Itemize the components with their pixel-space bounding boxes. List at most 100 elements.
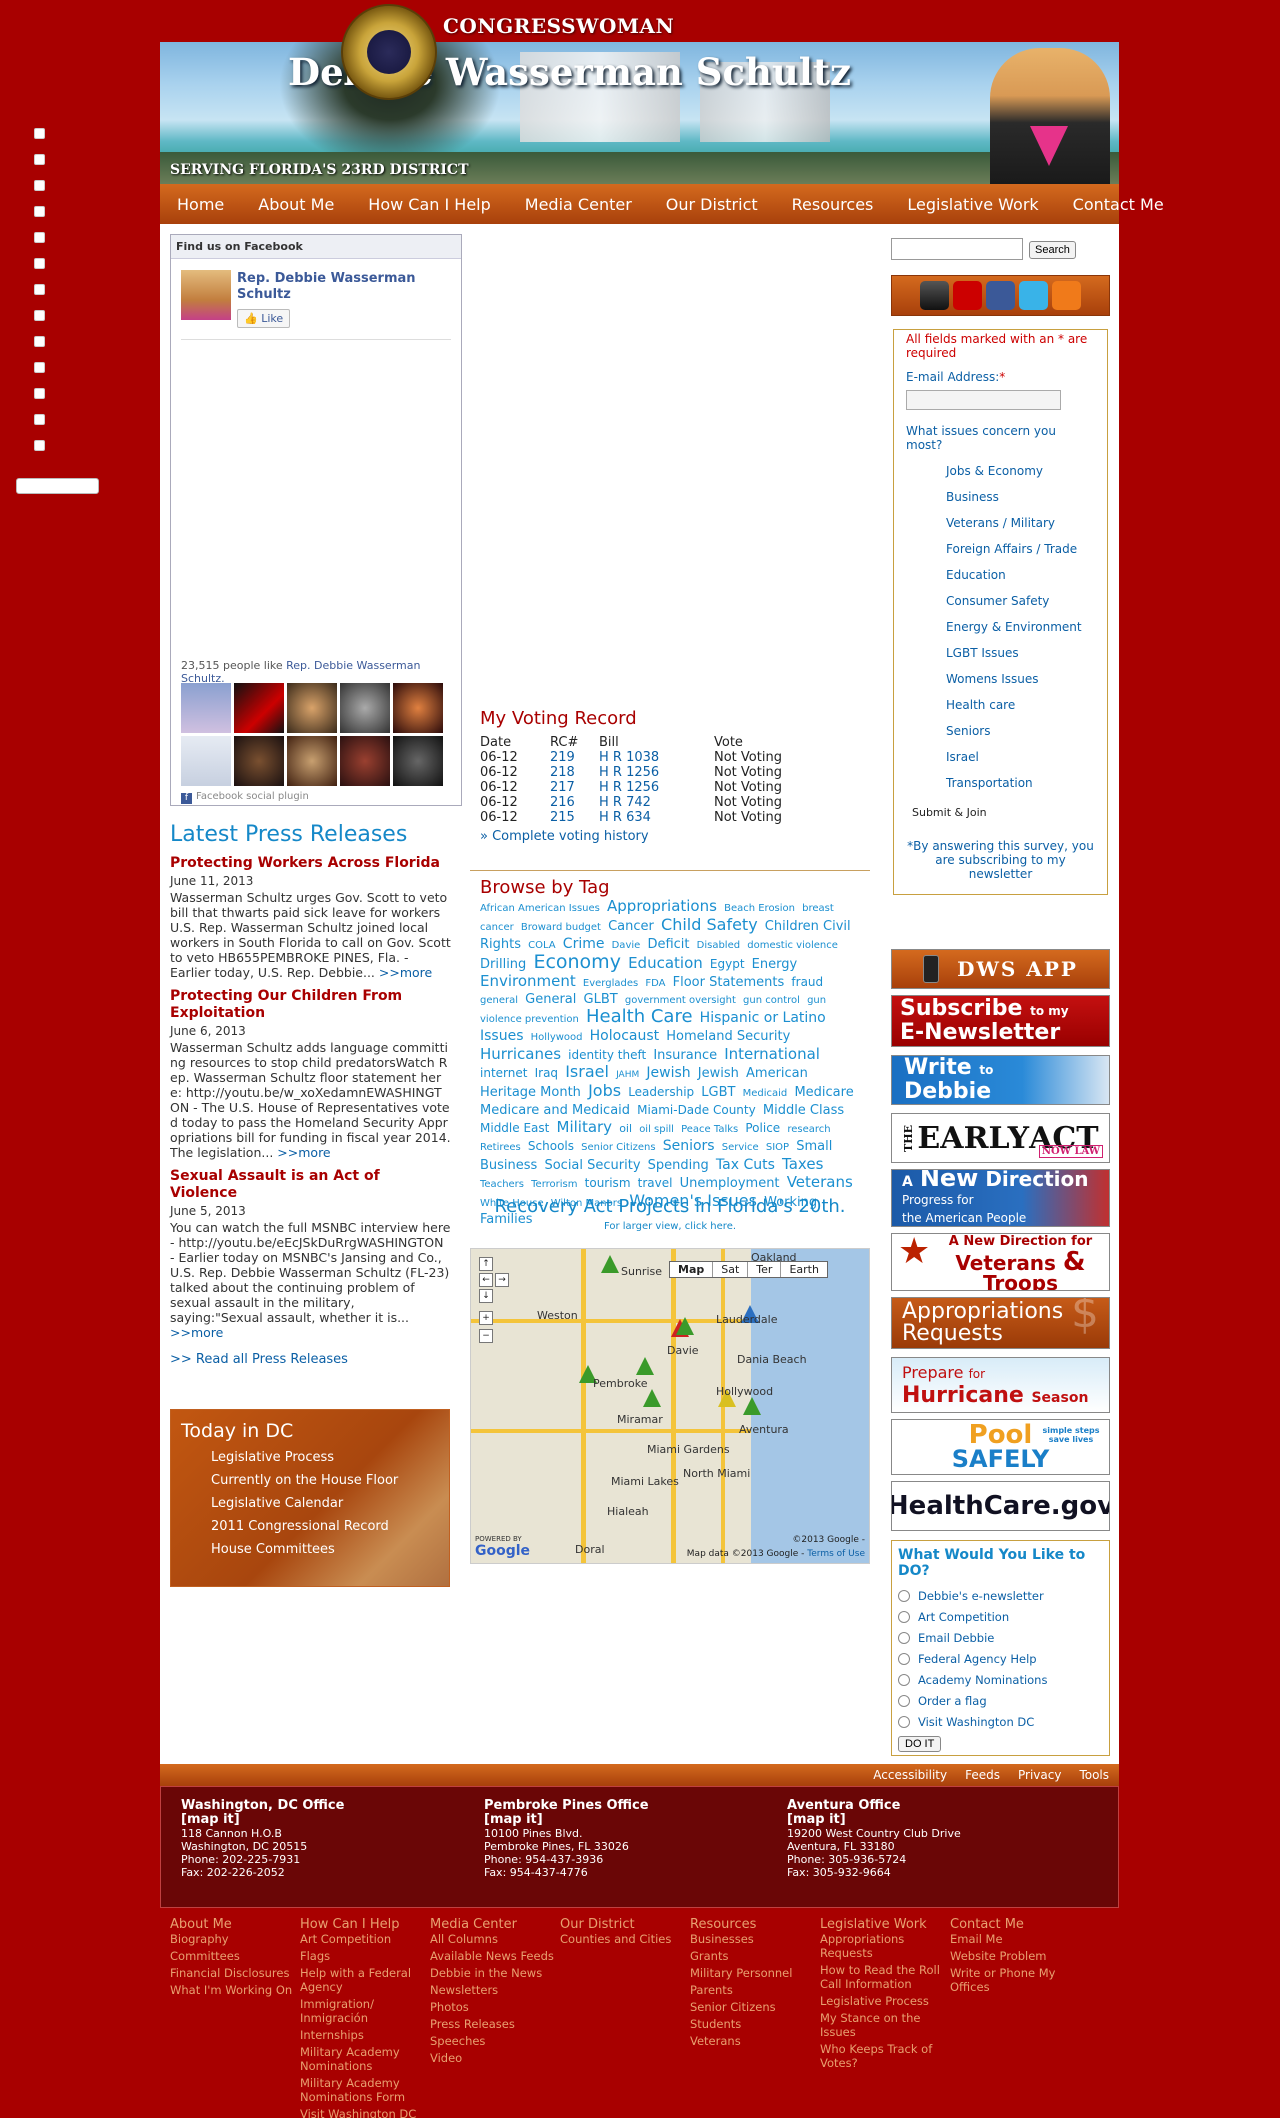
nav-about-me[interactable]: About Me	[258, 195, 334, 214]
stray-checkbox[interactable]	[34, 388, 45, 399]
press-more-link[interactable]: >>more	[170, 1325, 223, 1340]
complete-voting-history-link[interactable]: » Complete voting history	[480, 829, 860, 844]
tag-link[interactable]: Jobs	[588, 1081, 621, 1100]
radio-button[interactable]	[898, 1694, 910, 1707]
tag-link[interactable]: Israel	[565, 1062, 609, 1081]
footer-link[interactable]: Photos	[430, 2000, 560, 2014]
stray-checkbox[interactable]	[34, 414, 45, 425]
tag-link[interactable]: Appropriations	[607, 897, 717, 915]
radio-button[interactable]	[898, 1589, 910, 1602]
search-input[interactable]	[891, 238, 1023, 260]
tag-link[interactable]: Environment	[480, 972, 576, 990]
tag-link[interactable]: travel	[638, 1176, 673, 1190]
project-marker[interactable]	[636, 1357, 654, 1375]
office-map-link[interactable]: [map it]	[787, 1813, 1090, 1827]
tag-link[interactable]: SIOP	[766, 1142, 789, 1153]
tag-link[interactable]: Middle East	[480, 1121, 549, 1135]
footer-heading[interactable]: Contact Me	[950, 1918, 1080, 1932]
util-tools[interactable]: Tools	[1079, 1768, 1109, 1782]
tag-link[interactable]: fraud	[791, 975, 823, 989]
footer-link[interactable]: Newsletters	[430, 1983, 560, 1997]
footer-link[interactable]: What I'm Working On	[170, 1983, 300, 1997]
tag-link[interactable]: Cancer	[608, 919, 654, 934]
press-title[interactable]: Protecting Our Children From Exploitatio…	[170, 988, 451, 1022]
tag-link[interactable]: Egypt	[710, 957, 745, 971]
tag-link[interactable]: government oversight	[625, 995, 736, 1006]
tag-link[interactable]: Hurricanes	[480, 1045, 561, 1063]
footer-link[interactable]: Students	[690, 2017, 820, 2031]
footer-link[interactable]: Write or Phone My Offices	[950, 1966, 1080, 1994]
voting-cell[interactable]: 215	[550, 810, 599, 825]
footer-link[interactable]: Flags	[300, 1949, 430, 1963]
footer-link[interactable]: Email Me	[950, 1932, 1080, 1946]
tag-link[interactable]: General	[525, 992, 576, 1007]
voting-cell[interactable]: H R 634	[599, 810, 714, 825]
stray-checkbox[interactable]	[34, 362, 45, 373]
footer-link[interactable]: Grants	[690, 1949, 820, 1963]
zoom-out-control[interactable]: −	[479, 1329, 493, 1343]
nav-media-center[interactable]: Media Center	[525, 195, 632, 214]
voting-cell[interactable]: 219	[550, 750, 599, 765]
footer-link[interactable]: Military Personnel	[690, 1966, 820, 1980]
tag-link[interactable]: Unemployment	[680, 1176, 780, 1191]
tag-link[interactable]: Crime	[563, 936, 605, 952]
nav-home[interactable]: Home	[177, 195, 224, 214]
tag-link[interactable]: Tax Cuts	[716, 1157, 775, 1173]
tag-link[interactable]: Floor Statements	[673, 975, 785, 990]
tag-link[interactable]: Spending	[648, 1158, 709, 1173]
dws-app-banner[interactable]: DWS APP	[891, 949, 1110, 989]
footer-heading[interactable]: Legislative Work	[820, 1918, 950, 1932]
nav-how-can-i-help[interactable]: How Can I Help	[368, 195, 490, 214]
util-accessibility[interactable]: Accessibility	[873, 1768, 947, 1782]
util-privacy[interactable]: Privacy	[1018, 1768, 1061, 1782]
issue-option[interactable]: Jobs & Economy	[946, 458, 1095, 484]
veterans-troops-banner[interactable]: ★ A New Direction for Veterans & Troops	[891, 1233, 1110, 1291]
issue-option[interactable]: Health care	[946, 692, 1095, 718]
footer-link[interactable]: How to Read the Roll Call Information	[820, 1963, 950, 1991]
tag-link[interactable]: Teachers	[480, 1179, 524, 1190]
fan-avatar[interactable]	[234, 683, 284, 733]
facebook-icon[interactable]	[986, 281, 1015, 310]
press-title[interactable]: Sexual Assault is an Act of Violence	[170, 1168, 451, 1202]
voting-cell[interactable]: H R 1256	[599, 780, 714, 795]
tag-link[interactable]: Insurance	[653, 1048, 717, 1063]
issue-option[interactable]: Seniors	[946, 718, 1095, 744]
tag-link[interactable]: Social Security	[544, 1158, 640, 1173]
fan-avatar[interactable]	[234, 736, 284, 786]
map-type-sat[interactable]: Sat	[712, 1262, 747, 1277]
nav-resources[interactable]: Resources	[792, 195, 874, 214]
todo-option[interactable]: Visit Washington DC	[898, 1711, 1103, 1732]
footer-link[interactable]: Military Academy Nominations Form	[300, 2076, 430, 2104]
issue-option[interactable]: Foreign Affairs / Trade	[946, 536, 1095, 562]
today-link[interactable]: Legislative Calendar	[211, 1496, 439, 1511]
tag-link[interactable]: Jewish	[646, 1065, 690, 1081]
terms-of-use-link[interactable]: Terms of Use	[807, 1549, 865, 1559]
project-marker[interactable]	[601, 1255, 619, 1273]
tag-link[interactable]: Everglades	[583, 978, 638, 989]
issue-option[interactable]: Transportation	[946, 770, 1095, 796]
footer-link[interactable]: Video	[430, 2051, 560, 2065]
issue-option[interactable]: LGBT Issues	[946, 640, 1095, 666]
voting-cell[interactable]: 218	[550, 765, 599, 780]
footer-link[interactable]: Businesses	[690, 1932, 820, 1946]
stray-checkbox[interactable]	[34, 440, 45, 451]
email-field[interactable]	[906, 390, 1061, 410]
write-debbie-banner[interactable]: Write to Debbie	[891, 1055, 1110, 1105]
today-link[interactable]: 2011 Congressional Record	[211, 1519, 439, 1534]
fan-avatar[interactable]	[340, 736, 390, 786]
tag-link[interactable]: Miami-Dade County	[637, 1103, 756, 1117]
youtube-icon[interactable]	[953, 281, 982, 310]
tag-link[interactable]: oil	[619, 1122, 632, 1135]
tag-link[interactable]: Peace Talks	[681, 1124, 738, 1135]
fan-avatar[interactable]	[287, 683, 337, 733]
tag-link[interactable]: domestic violence	[747, 940, 838, 951]
fan-avatar[interactable]	[393, 736, 443, 786]
office-map-link[interactable]: [map it]	[484, 1813, 787, 1827]
footer-link[interactable]: Parents	[690, 1983, 820, 1997]
footer-link[interactable]: Visit Washington DC	[300, 2107, 430, 2118]
tag-link[interactable]: Iraq	[535, 1066, 558, 1080]
fan-avatar[interactable]	[181, 683, 231, 733]
tag-link[interactable]: Drilling	[480, 957, 526, 972]
tag-link[interactable]: Taxes	[782, 1155, 823, 1173]
tag-link[interactable]: Child Safety	[661, 915, 758, 934]
